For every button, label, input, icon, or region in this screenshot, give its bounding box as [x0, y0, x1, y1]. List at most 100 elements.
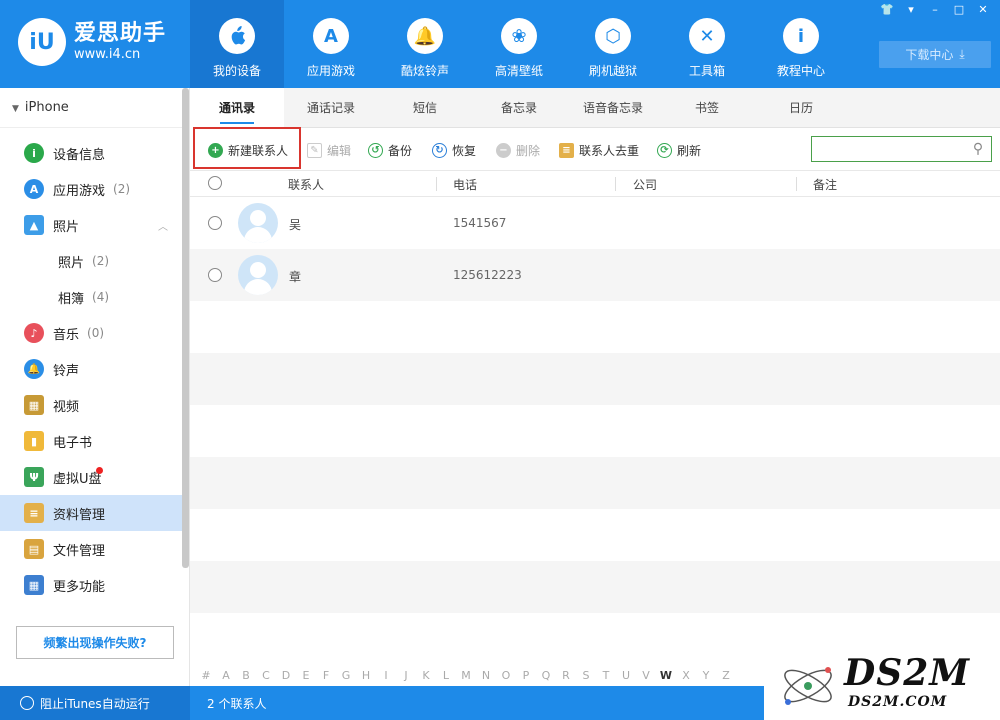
dedupe-contacts-button[interactable]: ≡ 联系人去重 [559, 140, 639, 160]
highlight-annotation [193, 127, 301, 169]
table-row[interactable]: 吴 1541567 [190, 197, 1000, 249]
tab-contacts[interactable]: 通讯录 [190, 88, 284, 128]
empty-row [190, 561, 1000, 613]
alphabet-letter[interactable]: S [576, 669, 596, 682]
pencil-icon: ✎ [307, 142, 322, 158]
alphabet-letter[interactable]: A [216, 669, 236, 682]
column-contact[interactable]: 联系人 [288, 176, 324, 193]
sidebar-scrollbar[interactable] [182, 88, 189, 568]
sidebar-item-apps[interactable]: A 应用游戏 (2) [0, 171, 182, 207]
nav-flash-jailbreak[interactable]: ⬡ 刷机越狱 [566, 0, 660, 88]
app-logo: iU 爱思助手 www.i4.cn [18, 18, 166, 66]
edit-button[interactable]: ✎ 编辑 [307, 140, 351, 160]
sidebar-item-file-management[interactable]: ▤ 文件管理 [0, 531, 182, 567]
alphabet-letter[interactable]: M [456, 669, 476, 682]
restore-button[interactable]: ↻ 恢复 [432, 140, 476, 160]
alphabet-letter[interactable]: # [196, 669, 216, 682]
alphabet-letter[interactable]: B [236, 669, 256, 682]
sidebar-subitem-albums[interactable]: 相簿 (4) [0, 279, 182, 315]
close-icon[interactable]: ✕ [974, 3, 992, 17]
sidebar-item-video[interactable]: ▦ 视频 [0, 387, 182, 423]
device-selector[interactable]: ▼ iPhone [0, 88, 189, 128]
chevron-up-icon[interactable]: ︿ [158, 218, 168, 233]
sidebar-item-device-info[interactable]: i 设备信息 [0, 135, 182, 171]
select-all-radio[interactable] [208, 176, 222, 190]
alphabet-letter[interactable]: G [336, 669, 356, 682]
alphabet-letter[interactable]: C [256, 669, 276, 682]
watermark-domain: DS2M.COM [848, 694, 948, 710]
alphabet-letter[interactable]: Z [716, 669, 736, 682]
window-controls: 👕 ▾ – □ ✕ [878, 3, 992, 17]
table-row[interactable]: 章 125612223 [190, 249, 1000, 301]
atom-logo-icon [784, 667, 832, 705]
tab-notes[interactable]: 备忘录 [472, 88, 566, 128]
download-center-button[interactable]: 下载中心 ⤓ [879, 41, 991, 68]
music-note-icon: ♪ [24, 323, 44, 343]
block-itunes-toggle[interactable]: 阻止iTunes自动运行 [0, 686, 190, 720]
sidebar-item-ebooks[interactable]: ▮ 电子书 [0, 423, 182, 459]
skin-icon[interactable]: 👕 [878, 3, 896, 17]
column-phone[interactable]: 电话 [453, 176, 477, 193]
alphabet-letter[interactable]: P [516, 669, 536, 682]
alphabet-letter[interactable]: E [296, 669, 316, 682]
contacts-table: 吴 1541567 章 125612223 [190, 197, 1000, 663]
maximize-icon[interactable]: □ [950, 3, 968, 17]
alphabet-letter[interactable]: N [476, 669, 496, 682]
alphabet-letter[interactable]: U [616, 669, 636, 682]
alphabet-letter[interactable]: R [556, 669, 576, 682]
alphabet-letter[interactable]: T [596, 669, 616, 682]
backup-button[interactable]: ↺ 备份 [368, 140, 412, 160]
alphabet-letter[interactable]: L [436, 669, 456, 682]
row-select-radio[interactable] [208, 268, 222, 282]
apple-icon [219, 18, 255, 54]
frequent-failure-button[interactable]: 频繁出现操作失败? [16, 626, 174, 659]
refresh-button[interactable]: ⟳ 刷新 [657, 140, 701, 160]
bell-icon: 🔔 [24, 359, 44, 379]
alphabet-letter[interactable]: W [656, 669, 676, 682]
tab-voice-memos[interactable]: 语音备忘录 [566, 88, 660, 128]
avatar [238, 203, 278, 243]
minimize-icon[interactable]: – [926, 3, 944, 17]
alphabet-letter[interactable]: Y [696, 669, 716, 682]
column-company[interactable]: 公司 [633, 176, 657, 193]
main-nav: 我的设备 A 应用游戏 🔔 酷炫铃声 ❀ 高清壁纸 ⬡ 刷机越狱 ✕ 工具箱 i… [190, 0, 848, 88]
alphabet-letter[interactable]: Q [536, 669, 556, 682]
nav-tutorials[interactable]: i 教程中心 [754, 0, 848, 88]
column-note[interactable]: 备注 [813, 176, 837, 193]
tab-sms[interactable]: 短信 [378, 88, 472, 128]
nav-ringtones[interactable]: 🔔 酷炫铃声 [378, 0, 472, 88]
sidebar-item-virtual-udisk[interactable]: Ψ 虚拟U盘 [0, 459, 182, 495]
sidebar-item-ringtones[interactable]: 🔔 铃声 [0, 351, 182, 387]
alphabet-letter[interactable]: I [376, 669, 396, 682]
nav-wallpapers[interactable]: ❀ 高清壁纸 [472, 0, 566, 88]
column-divider [615, 177, 616, 191]
alphabet-letter[interactable]: K [416, 669, 436, 682]
tab-call-log[interactable]: 通话记录 [284, 88, 378, 128]
sidebar-subitem-photos[interactable]: 照片 (2) [0, 243, 182, 279]
menu-icon[interactable]: ▾ [902, 3, 920, 17]
sidebar-item-data-management[interactable]: ≡ 资料管理 [0, 495, 182, 531]
alphabet-letter[interactable]: F [316, 669, 336, 682]
nav-toolbox[interactable]: ✕ 工具箱 [660, 0, 754, 88]
nav-my-device[interactable]: 我的设备 [190, 0, 284, 88]
alphabet-letter[interactable]: D [276, 669, 296, 682]
film-icon: ▦ [24, 395, 44, 415]
alphabet-letter[interactable]: V [636, 669, 656, 682]
delete-button[interactable]: − 删除 [496, 140, 540, 160]
bell-icon: 🔔 [407, 18, 443, 54]
search-box[interactable]: ⚲ [811, 136, 992, 162]
sidebar-item-music[interactable]: ♪ 音乐 (0) [0, 315, 182, 351]
title-bar: iU 爱思助手 www.i4.cn 我的设备 A 应用游戏 🔔 酷炫铃声 ❀ 高… [0, 0, 1000, 88]
sidebar-item-more[interactable]: ▦ 更多功能 [0, 567, 182, 603]
row-select-radio[interactable] [208, 216, 222, 230]
tab-bookmarks[interactable]: 书签 [660, 88, 754, 128]
backup-icon: ↺ [368, 142, 383, 158]
sidebar-item-photos[interactable]: ▲ 照片 ︿ [0, 207, 182, 243]
alphabet-letter[interactable]: J [396, 669, 416, 682]
alphabet-letter[interactable]: O [496, 669, 516, 682]
search-icon[interactable]: ⚲ [969, 140, 987, 158]
alphabet-letter[interactable]: X [676, 669, 696, 682]
tab-calendar[interactable]: 日历 [754, 88, 848, 128]
nav-apps-games[interactable]: A 应用游戏 [284, 0, 378, 88]
alphabet-letter[interactable]: H [356, 669, 376, 682]
